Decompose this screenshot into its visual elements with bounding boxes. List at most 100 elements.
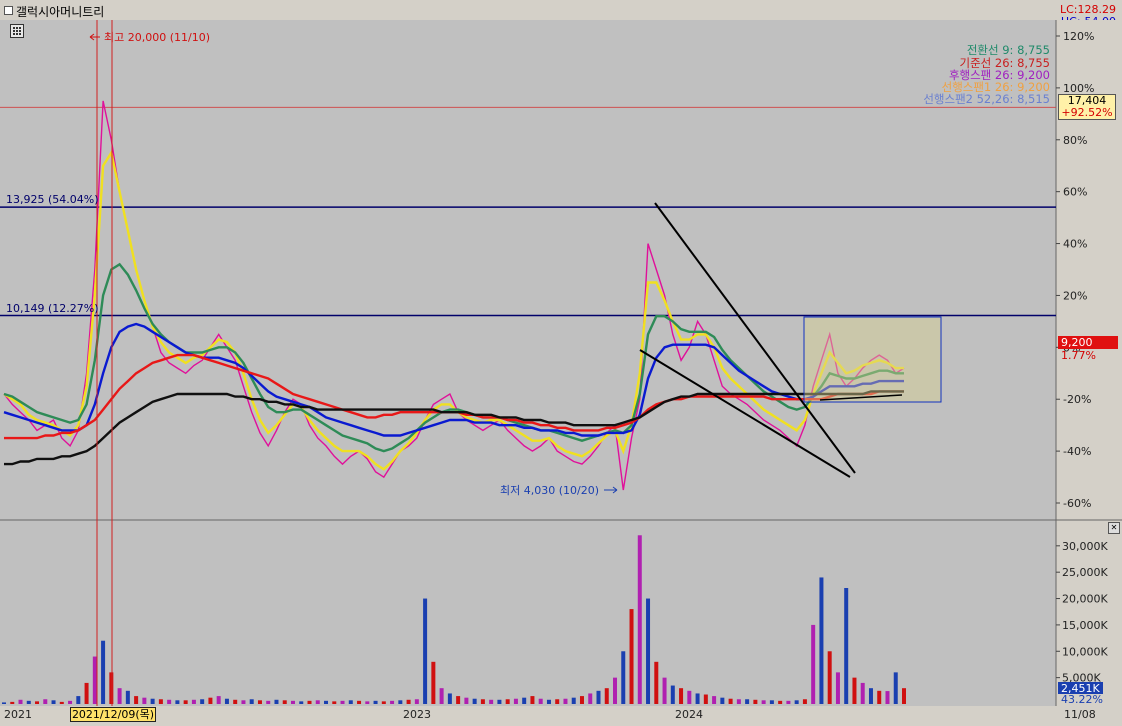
volume-bar bbox=[530, 696, 535, 704]
volume-bar bbox=[687, 690, 692, 704]
chart-canvas[interactable]: 120%100%80%60%40%20%0%-20%-40%-60% 30,00… bbox=[0, 0, 1122, 726]
reference-pct: +92.52% bbox=[1061, 106, 1113, 119]
cursor-date-label: 2021/12/09(목) bbox=[70, 707, 156, 722]
low-annotation: 최저 4,030 (10/20) bbox=[500, 484, 599, 497]
price-tick-label: 20% bbox=[1063, 289, 1087, 302]
volume-bar bbox=[35, 701, 40, 704]
volume-bar bbox=[200, 699, 205, 704]
volume-bar bbox=[216, 696, 221, 704]
high-annotation: 최고 20,000 (11/10) bbox=[104, 31, 210, 44]
volume-bar bbox=[464, 697, 469, 704]
calculator-icon[interactable] bbox=[10, 24, 24, 38]
volume-bar bbox=[513, 698, 518, 704]
x-label: 11/08 bbox=[1064, 708, 1096, 721]
volume-bar bbox=[125, 690, 130, 704]
volume-bar bbox=[142, 697, 147, 704]
volume-bar bbox=[596, 690, 601, 704]
volume-bar bbox=[786, 700, 791, 704]
volume-bar bbox=[307, 700, 312, 704]
volume-bar bbox=[233, 699, 238, 704]
x-axis-bar bbox=[0, 706, 1122, 726]
volume-bar bbox=[365, 701, 370, 704]
volume-bar bbox=[472, 698, 477, 704]
x-label: 2023 bbox=[403, 708, 431, 721]
price-tick-label: 120% bbox=[1063, 30, 1094, 43]
volume-bar bbox=[398, 700, 403, 704]
volume-bar bbox=[456, 696, 461, 704]
price-tick-label: -40% bbox=[1063, 445, 1091, 458]
volume-bar bbox=[654, 661, 659, 704]
volume-bar bbox=[324, 700, 329, 704]
volume-bar bbox=[753, 699, 758, 704]
reference-price-box: 17,404 +92.52% bbox=[1058, 94, 1116, 120]
volume-bar bbox=[76, 696, 81, 704]
volume-bar bbox=[588, 693, 593, 704]
volume-bar bbox=[439, 688, 444, 704]
volume-bar bbox=[893, 672, 898, 704]
volume-bar bbox=[505, 699, 510, 704]
volume-tick-label: 15,000K bbox=[1062, 619, 1108, 632]
volume-bar bbox=[579, 696, 584, 704]
close-panel-button[interactable]: ✕ bbox=[1108, 522, 1120, 534]
current-price-badge: 9,200 bbox=[1058, 336, 1118, 349]
volume-bar bbox=[414, 699, 419, 704]
volume-bar bbox=[604, 688, 609, 704]
volume-bar bbox=[646, 598, 651, 704]
volume-bar bbox=[902, 688, 906, 704]
volume-bar bbox=[158, 699, 163, 704]
volume-bar bbox=[852, 677, 857, 704]
price-tick-label: 60% bbox=[1063, 186, 1087, 199]
volume-bar bbox=[357, 700, 362, 704]
volume-bar bbox=[629, 609, 634, 704]
volume-bar bbox=[712, 696, 717, 704]
volume-bar bbox=[538, 698, 543, 704]
volume-bar bbox=[447, 693, 452, 704]
volume-bar bbox=[348, 700, 353, 704]
volume-bar bbox=[802, 699, 807, 704]
consolidation-box[interactable] bbox=[803, 316, 942, 403]
volume-bar bbox=[613, 677, 618, 704]
volume-bar bbox=[670, 685, 675, 704]
current-price-pct: 1.77% bbox=[1061, 349, 1096, 362]
volume-bar bbox=[290, 700, 295, 704]
volume-bar bbox=[703, 694, 708, 704]
volume-bar bbox=[571, 697, 576, 704]
volume-bar bbox=[794, 700, 799, 704]
volume-bar bbox=[406, 699, 411, 704]
volume-tick-label: 25,000K bbox=[1062, 566, 1108, 579]
volume-bar bbox=[208, 697, 213, 704]
volume-bar bbox=[563, 698, 568, 704]
volume-bar bbox=[282, 700, 287, 704]
volume-bar bbox=[720, 697, 725, 704]
volume-bar bbox=[10, 701, 15, 704]
legend-item: 선행스팬2 52,26: 8,515 bbox=[923, 92, 1050, 106]
volume-bar bbox=[860, 682, 865, 704]
volume-bar bbox=[522, 697, 527, 704]
volume-bar bbox=[877, 690, 882, 704]
volume-bar bbox=[637, 535, 642, 704]
volume-bar bbox=[191, 699, 196, 704]
volume-bar bbox=[26, 700, 31, 704]
volume-bar bbox=[728, 698, 733, 704]
volume-bar bbox=[68, 700, 73, 704]
volume-bar bbox=[381, 701, 386, 704]
volume-bar bbox=[844, 588, 849, 704]
volume-bar bbox=[555, 699, 560, 704]
volume-bar bbox=[431, 661, 436, 704]
x-label: 2021 bbox=[4, 708, 32, 721]
price-tick-label: 80% bbox=[1063, 134, 1087, 147]
volume-bar bbox=[819, 577, 824, 704]
volume-bar bbox=[117, 688, 122, 704]
volume-bar bbox=[183, 700, 188, 704]
volume-bar bbox=[769, 700, 774, 704]
volume-bar bbox=[299, 701, 304, 704]
volume-bar bbox=[241, 700, 246, 704]
price-tick-label: 100% bbox=[1063, 82, 1094, 95]
volume-bar bbox=[167, 699, 172, 704]
volume-bar bbox=[827, 651, 832, 704]
volume-bar bbox=[736, 699, 741, 704]
volume-bar bbox=[340, 700, 345, 704]
volume-bar bbox=[59, 701, 64, 704]
volume-bar bbox=[662, 677, 667, 704]
price-tick-label: 40% bbox=[1063, 238, 1087, 251]
